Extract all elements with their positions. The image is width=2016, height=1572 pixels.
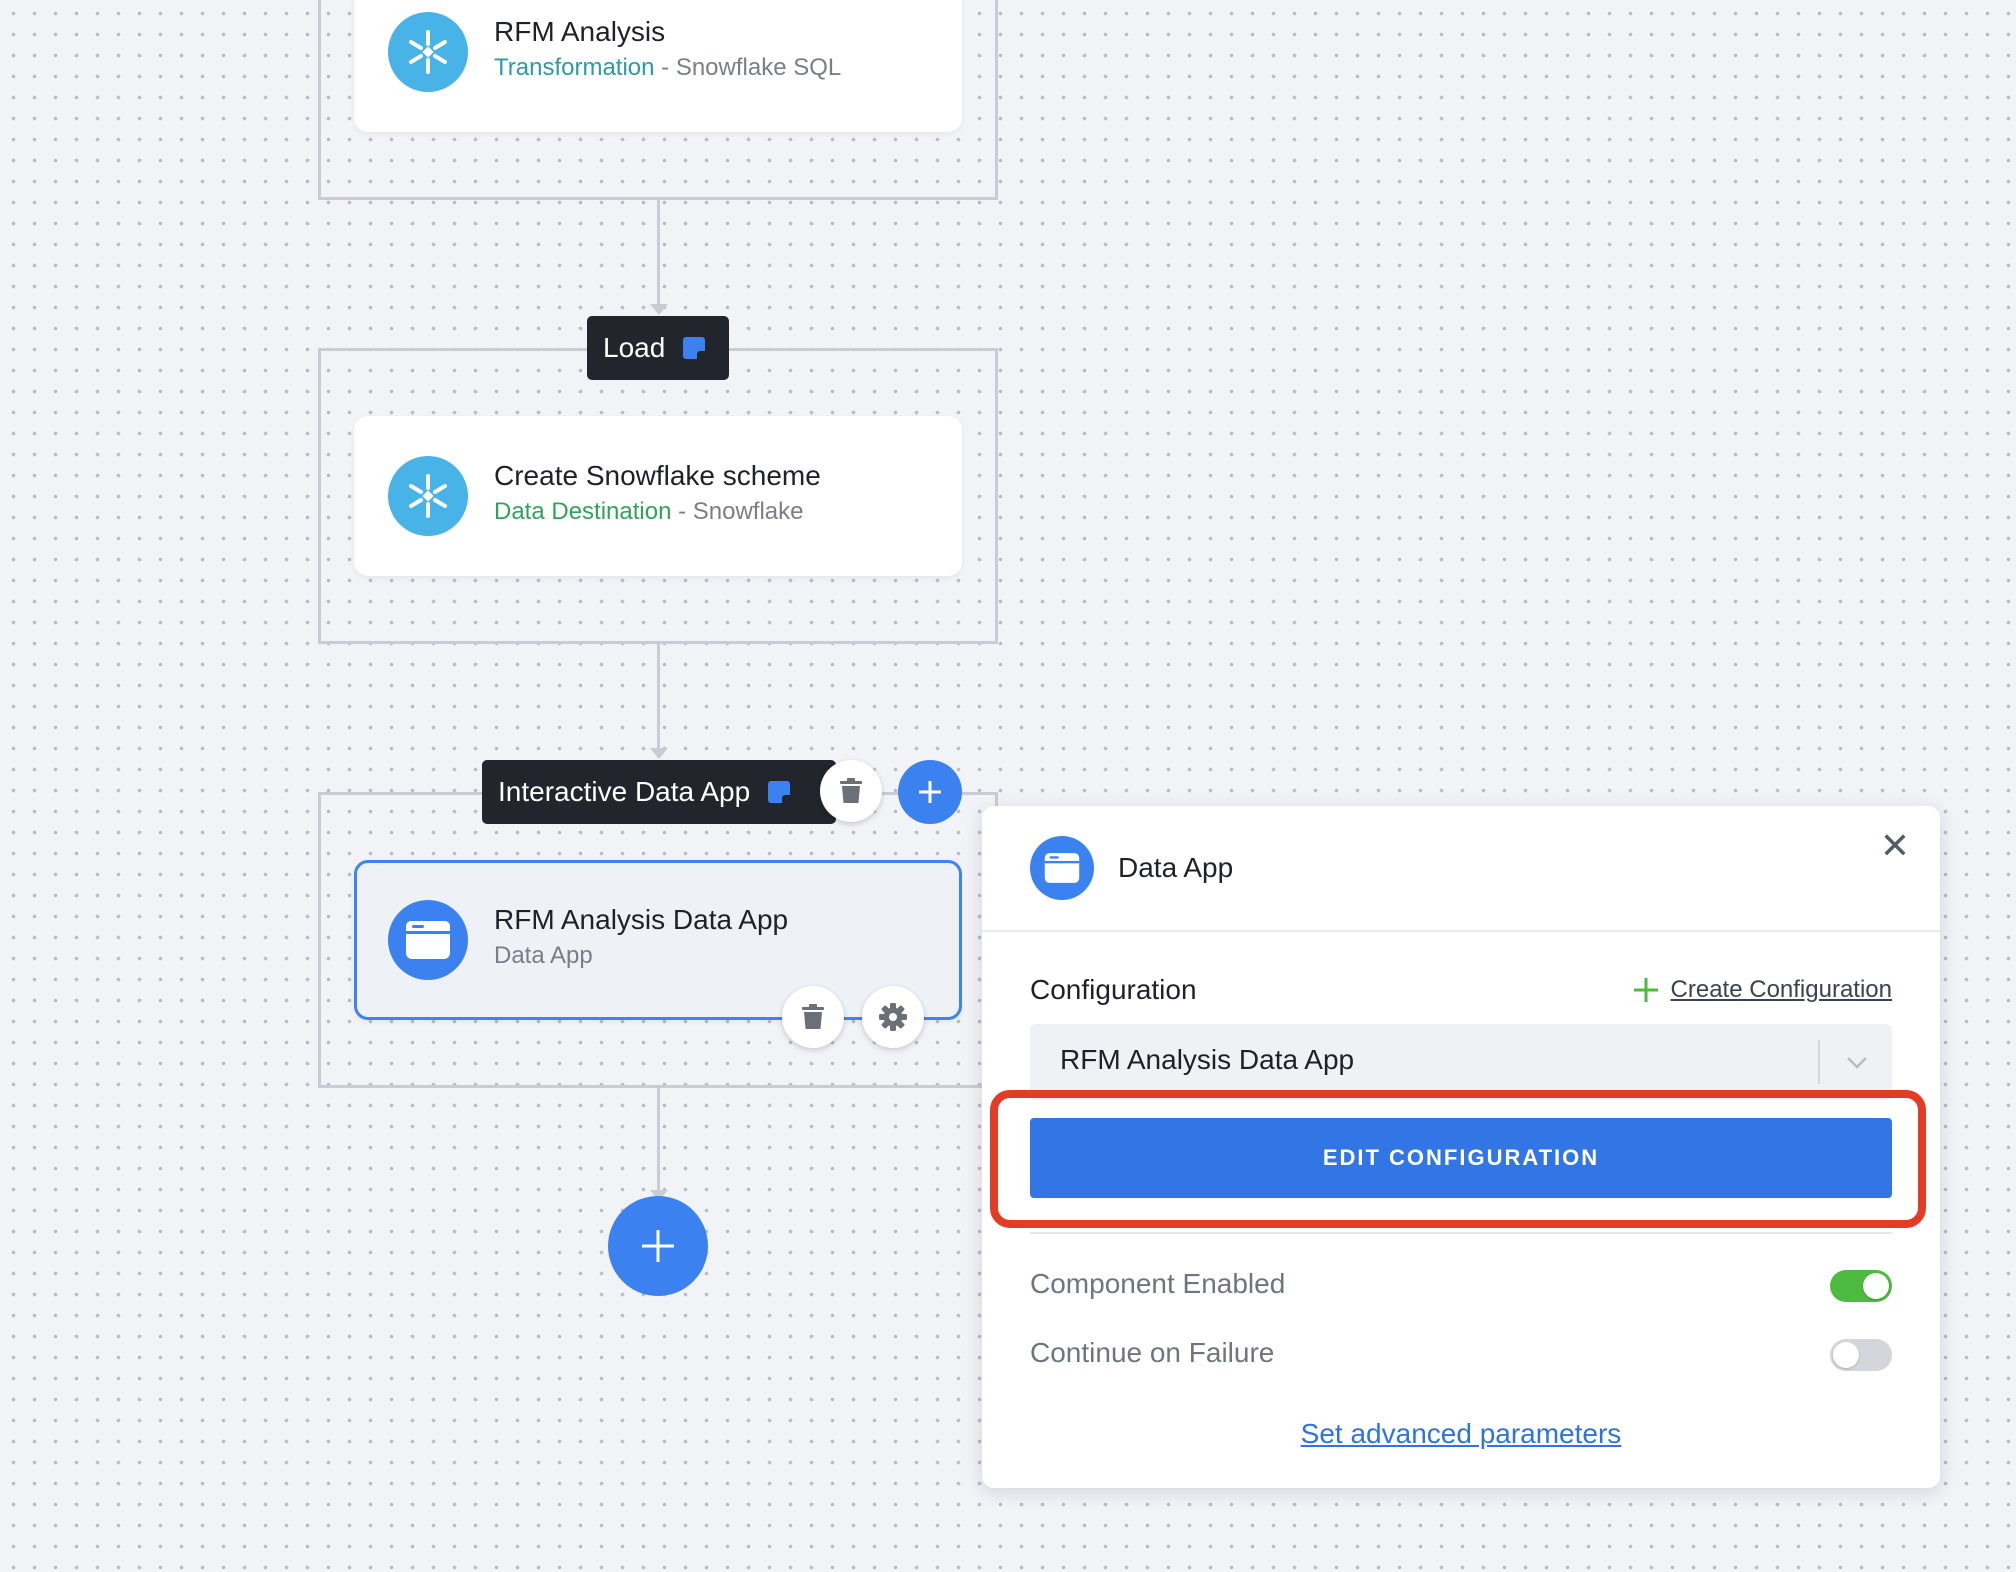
- phase-label-text: Load: [603, 332, 666, 363]
- connector-line: [657, 1088, 660, 1196]
- snowflake-icon: [388, 456, 468, 536]
- chevron-down-icon: [1847, 1057, 1867, 1069]
- highlight-annotation: [990, 1090, 1926, 1228]
- task-title: RFM Analysis Data App: [494, 904, 789, 935]
- task-subtitle: Data App: [494, 942, 593, 969]
- continue-on-failure-label: Continue on Failure: [1030, 1337, 1275, 1368]
- task-settings-button[interactable]: [862, 986, 924, 1048]
- toggle-knob: [1863, 1273, 1889, 1299]
- plus-icon: [1633, 978, 1658, 1002]
- create-configuration-link[interactable]: Create Configuration: [1671, 976, 1892, 1004]
- phase-label-load[interactable]: Load: [587, 316, 729, 380]
- configuration-select-value: RFM Analysis Data App: [1060, 1044, 1355, 1075]
- app-window-icon: [1030, 836, 1094, 900]
- task-separator: -: [654, 54, 676, 81]
- phase-label-text: Interactive Data App: [498, 776, 751, 807]
- component-enabled-label: Component Enabled: [1030, 1268, 1286, 1299]
- task-card-rfm-analysis[interactable]: RFM Analysis Transformation - Snowflake …: [354, 0, 962, 132]
- task-subtitle: Transformation - Snowflake SQL: [494, 54, 841, 82]
- task-component: Snowflake SQL: [675, 54, 842, 81]
- configuration-label: Configuration: [1030, 974, 1197, 1005]
- connector-line: [657, 200, 660, 306]
- add-phase-bottom-button[interactable]: [608, 1196, 708, 1296]
- select-separator: [1818, 1040, 1820, 1084]
- snowflake-icon: [388, 12, 468, 92]
- divider: [1030, 1232, 1892, 1234]
- plus-icon: [919, 781, 941, 803]
- phase-label-interactive-data-app[interactable]: Interactive Data App: [482, 760, 836, 824]
- task-card-create-snowflake-scheme[interactable]: Create Snowflake scheme Data Destination…: [354, 416, 962, 576]
- close-icon[interactable]: ✕: [1880, 826, 1910, 867]
- continue-on-failure-toggle[interactable]: [1830, 1339, 1892, 1371]
- create-configuration[interactable]: Create Configuration: [1633, 976, 1892, 1004]
- task-type: Transformation: [494, 54, 655, 81]
- app-window-icon: [388, 900, 468, 980]
- note-icon[interactable]: [768, 781, 791, 803]
- task-separator: -: [671, 498, 693, 525]
- component-enabled-toggle[interactable]: [1830, 1270, 1892, 1302]
- panel-header: Data App ✕: [982, 806, 1940, 932]
- trash-icon: [840, 778, 862, 803]
- task-type: Data Destination: [494, 498, 672, 525]
- configuration-select[interactable]: RFM Analysis Data App: [1030, 1024, 1892, 1100]
- delete-phase-button[interactable]: [820, 760, 882, 822]
- delete-task-button[interactable]: [782, 986, 844, 1048]
- task-title: Create Snowflake scheme: [494, 460, 821, 491]
- connector-arrow: [650, 304, 668, 315]
- task-component: Snowflake: [692, 498, 804, 525]
- add-phase-button[interactable]: [898, 760, 962, 824]
- task-title: RFM Analysis: [494, 16, 666, 47]
- task-subtitle: Data Destination - Snowflake: [494, 498, 804, 526]
- connector-arrow: [650, 748, 668, 759]
- toggle-knob: [1833, 1342, 1859, 1368]
- gear-icon: [879, 1003, 907, 1031]
- set-advanced-parameters-link[interactable]: Set advanced parameters: [982, 1418, 1940, 1450]
- note-icon[interactable]: [683, 337, 706, 359]
- trash-icon: [802, 1004, 824, 1029]
- panel-title: Data App: [1118, 852, 1234, 883]
- plus-icon: [642, 1230, 674, 1262]
- connector-line: [657, 644, 660, 752]
